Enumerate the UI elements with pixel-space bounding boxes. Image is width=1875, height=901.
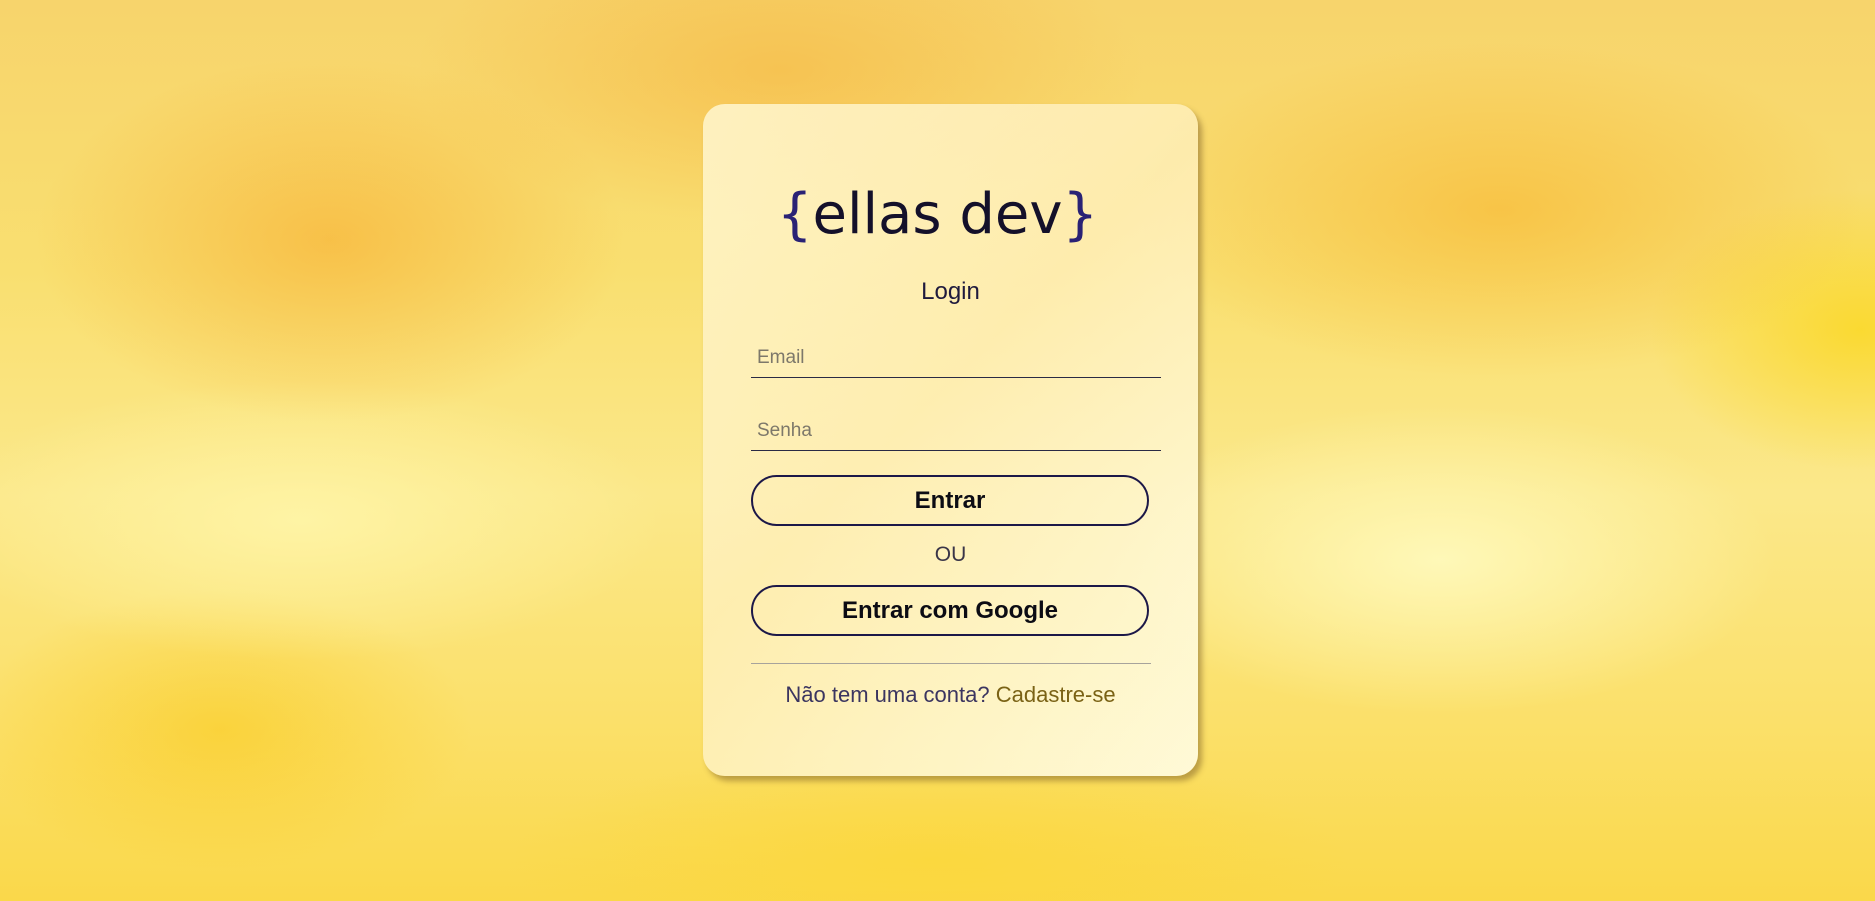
- login-page: { "logo": { "open_brace": "{", "name": "…: [0, 0, 1875, 901]
- page-title: Login: [921, 278, 980, 305]
- logo-open-brace: {: [776, 182, 813, 247]
- entrar-button[interactable]: Entrar: [751, 475, 1149, 526]
- divider: [751, 663, 1151, 664]
- signup-prompt: Não tem uma conta? Cadastre-se: [703, 682, 1198, 708]
- or-separator: OU: [934, 543, 967, 566]
- google-login-button[interactable]: Entrar com Google: [751, 585, 1149, 636]
- password-input[interactable]: [751, 411, 1161, 451]
- logo-close-brace: }: [1062, 182, 1099, 247]
- email-input[interactable]: [751, 338, 1161, 378]
- ellas-dev-logo: {ellas dev}: [0, 178, 1875, 252]
- signup-prompt-text: Não tem uma conta?: [785, 682, 990, 707]
- signup-link[interactable]: Cadastre-se: [996, 682, 1116, 707]
- logo-text: ellas dev: [812, 182, 1063, 247]
